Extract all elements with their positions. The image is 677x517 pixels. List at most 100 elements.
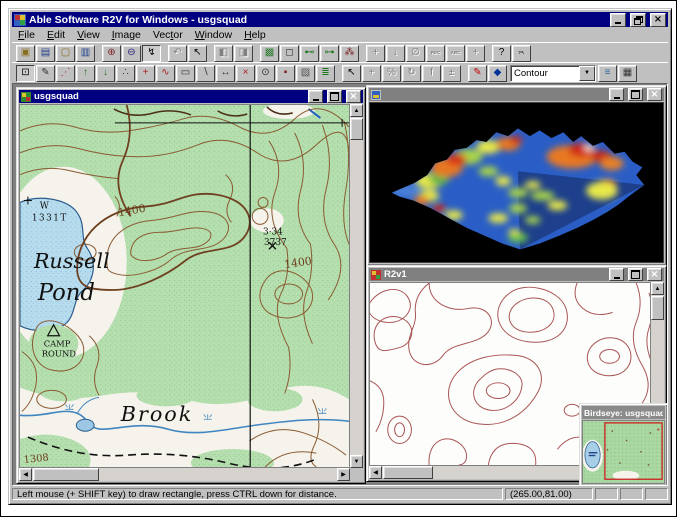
usgsquad-minimize-button[interactable] bbox=[308, 90, 323, 103]
tool-g5-button[interactable]: ± bbox=[442, 65, 461, 82]
vertical-scroll-thumb[interactable] bbox=[350, 118, 363, 140]
image-frame-button[interactable]: ◻ bbox=[280, 45, 299, 62]
window-usgsquad[interactable]: usgsquad × bbox=[16, 87, 366, 484]
image-display-button[interactable]: ▩ bbox=[260, 45, 279, 62]
birdseye-canvas[interactable] bbox=[582, 420, 665, 484]
add-point-button[interactable]: ⊙ bbox=[256, 65, 275, 82]
previous-image-button[interactable]: ◧ bbox=[214, 45, 233, 62]
join-lines-button[interactable]: ↔ bbox=[216, 65, 235, 82]
open-vector-button[interactable]: ▢ bbox=[56, 45, 75, 62]
scroll-right-button[interactable]: ▶ bbox=[337, 468, 350, 481]
vector-polyline-button[interactable]: ⊷ bbox=[300, 45, 319, 62]
usgsquad-maximize-button[interactable] bbox=[327, 90, 342, 103]
menu-vector[interactable]: Vector bbox=[147, 29, 189, 41]
tool-g4-button[interactable]: f bbox=[422, 65, 441, 82]
undo-button[interactable]: ↶ bbox=[168, 45, 187, 62]
view3d-title-bar[interactable]: × bbox=[369, 88, 664, 101]
topo-map-canvas[interactable]: Russell Pond Brook W 1331T CAMP ROUND 3·… bbox=[19, 104, 350, 468]
marker-flag-button[interactable]: ▪ bbox=[276, 65, 295, 82]
move-vertex-button[interactable]: + bbox=[136, 65, 155, 82]
align-tool-button[interactable]: + bbox=[466, 45, 485, 62]
view3d-minimize-button[interactable] bbox=[609, 88, 624, 101]
usgsquad-close-button[interactable]: × bbox=[346, 90, 361, 103]
menu-view[interactable]: View bbox=[71, 29, 106, 41]
r2v1-minimize-button[interactable] bbox=[609, 268, 624, 281]
r2v1-close-button[interactable]: × bbox=[647, 268, 662, 281]
draw-line-button[interactable]: ✎ bbox=[36, 65, 55, 82]
save-vector-button[interactable]: ▥ bbox=[76, 45, 95, 62]
draw-rectangle-button[interactable]: ▭ bbox=[176, 65, 195, 82]
join-lines-icon: ↔ bbox=[221, 68, 231, 78]
select-vertex-button[interactable]: ⊡ bbox=[16, 65, 35, 82]
fill-pattern-button[interactable]: ▨ bbox=[296, 65, 315, 82]
horizontal-scroll-thumb[interactable] bbox=[383, 466, 433, 479]
open-image-button[interactable]: ▣ bbox=[16, 45, 35, 62]
color-pen-button[interactable]: ✎ bbox=[468, 65, 487, 82]
scroll-down-button[interactable]: ▼ bbox=[350, 455, 363, 468]
select-pointer-button[interactable]: ↖ bbox=[188, 45, 207, 62]
window-frame-button[interactable]: ▦ bbox=[618, 65, 637, 82]
help-button[interactable]: ? bbox=[492, 45, 511, 62]
move-line-up-button[interactable]: ↑ bbox=[76, 65, 95, 82]
status-pane-2 bbox=[620, 488, 643, 500]
tool-g1-button[interactable]: + bbox=[362, 65, 381, 82]
dropdown-arrow-icon[interactable]: ▼ bbox=[579, 66, 595, 81]
view3d-close-button[interactable]: × bbox=[647, 88, 662, 101]
context-help-button[interactable]: ?↖ bbox=[512, 45, 531, 62]
rec-mode-button[interactable]: REC bbox=[426, 45, 445, 62]
usgsquad-title-bar[interactable]: usgsquad × bbox=[19, 90, 363, 103]
no-action-button[interactable]: ∅ bbox=[406, 45, 425, 62]
id-labels-button[interactable]: ≣ bbox=[316, 65, 335, 82]
pan-track-button[interactable]: ↯ bbox=[142, 45, 161, 62]
save-image-button[interactable]: ▤ bbox=[36, 45, 55, 62]
layer-dropdown[interactable]: Contour ▼ bbox=[510, 65, 596, 82]
window-title: Able Software R2V for Windows - usgsquad bbox=[29, 14, 606, 26]
vector-nodes-button[interactable]: ⊶ bbox=[320, 45, 339, 62]
draw-segment-button[interactable]: ∖ bbox=[196, 65, 215, 82]
edit-node-button[interactable]: ∴ bbox=[116, 65, 135, 82]
scroll-up-button[interactable]: ▲ bbox=[651, 282, 664, 295]
move-point-button[interactable]: + bbox=[366, 45, 385, 62]
drop-point-button[interactable]: ↓ bbox=[386, 45, 405, 62]
delete-line-button[interactable]: × bbox=[236, 65, 255, 82]
snap-vertices-button[interactable]: ⋰ bbox=[56, 65, 75, 82]
scroll-left-button[interactable]: ◀ bbox=[369, 466, 382, 479]
layer-tool-button[interactable]: ◆ bbox=[488, 65, 507, 82]
smooth-line-button[interactable]: ∿ bbox=[156, 65, 175, 82]
main-title-bar[interactable]: Able Software R2V for Windows - usgsquad… bbox=[12, 12, 668, 27]
pick-arrow-button[interactable]: ↖ bbox=[342, 65, 361, 82]
add-point-icon: ⊙ bbox=[261, 68, 269, 78]
minimize-button[interactable] bbox=[610, 13, 626, 27]
map-label-brook: Brook bbox=[120, 402, 194, 426]
r2v1-maximize-button[interactable] bbox=[628, 268, 643, 281]
zoom-in-button[interactable]: ⊕ bbox=[102, 45, 121, 62]
birdseye-title-bar[interactable]: Birdseye: usgsquad bbox=[582, 406, 665, 419]
id-labels-icon: ≣ bbox=[321, 68, 329, 78]
usgsquad-vertical-scrollbar[interactable]: ▲ ▼ bbox=[350, 104, 363, 468]
horizontal-scroll-thumb[interactable] bbox=[33, 468, 99, 481]
next-image-button[interactable]: ◨ bbox=[234, 45, 253, 62]
restore-button[interactable] bbox=[630, 13, 646, 27]
menu-edit[interactable]: Edit bbox=[41, 29, 71, 41]
terrain-3d-canvas[interactable] bbox=[369, 102, 664, 263]
window-birdseye[interactable]: Birdseye: usgsquad bbox=[579, 403, 668, 486]
line-list-button[interactable]: ≡ bbox=[598, 65, 617, 82]
scroll-left-button[interactable]: ◀ bbox=[19, 468, 32, 481]
close-button[interactable]: × bbox=[650, 13, 666, 27]
usgsquad-horizontal-scrollbar[interactable]: ◀ ▶ bbox=[19, 468, 350, 481]
zoom-out-button[interactable]: ⊖ bbox=[122, 45, 141, 62]
menu-window[interactable]: Window bbox=[189, 29, 238, 41]
tool-g2-button[interactable]: % bbox=[382, 65, 401, 82]
abc-mode-button[interactable]: ABC bbox=[446, 45, 465, 62]
menu-file[interactable]: File bbox=[12, 29, 41, 41]
r2v1-title-bar[interactable]: R2v1 × bbox=[369, 268, 664, 281]
vector-network-button[interactable]: ⁂ bbox=[340, 45, 359, 62]
scroll-up-button[interactable]: ▲ bbox=[350, 104, 363, 117]
tool-g3-button[interactable]: ↻ bbox=[402, 65, 421, 82]
menu-image[interactable]: Image bbox=[106, 29, 147, 41]
menu-help[interactable]: Help bbox=[238, 29, 272, 41]
view3d-maximize-button[interactable] bbox=[628, 88, 643, 101]
window-3d-view[interactable]: × bbox=[366, 85, 667, 266]
move-line-down-button[interactable]: ↓ bbox=[96, 65, 115, 82]
vertical-scroll-thumb[interactable] bbox=[651, 296, 664, 320]
